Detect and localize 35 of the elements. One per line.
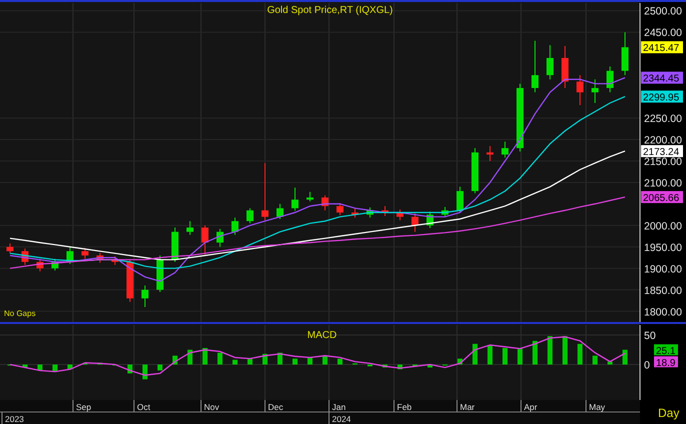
chart-title: Gold Spot Price,RT (IQXGL) (267, 5, 393, 16)
price-value-tag: 2299.95 (641, 90, 683, 104)
year-label: 2024 (332, 414, 351, 424)
year-label: 2023 (5, 414, 24, 424)
axis-tick-label: 1850.00 (644, 284, 682, 297)
macd-value-tag: 25.1 (654, 344, 678, 357)
axis-tick-label: 2100.00 (644, 177, 682, 190)
month-label: May (589, 402, 606, 412)
axis-tick-label: 1900.00 (644, 263, 682, 276)
month-label: Apr (524, 402, 538, 412)
month-label: Oct (137, 402, 150, 412)
price-value-tag: 2415.47 (641, 41, 683, 54)
month-label: Feb (397, 402, 412, 412)
axis-tick-label: 2150.00 (644, 156, 682, 168)
axis-tick-label: 1800.00 (644, 306, 682, 318)
interval-label: Day (658, 406, 680, 420)
axis-tick-label: 2000.00 (644, 220, 682, 232)
month-label: Jan (332, 402, 346, 412)
no-gaps-label: No Gaps (4, 309, 36, 318)
month-label: Sep (76, 402, 92, 412)
month-label: Mar (460, 402, 475, 412)
month-label: Dec (268, 402, 284, 412)
macd-value-tag: 18.9 (654, 356, 678, 369)
axis-tick-label: 2250.00 (644, 113, 682, 126)
axis-tick-label: 2200.00 (644, 134, 682, 147)
axis-tick-label: 1950.00 (644, 242, 682, 254)
axis-tick-label: 2450.00 (644, 27, 682, 40)
price-value-tag: 2344.45 (641, 72, 683, 85)
price-value-tag: 2065.66 (641, 191, 683, 204)
axis-tick-label: 2500.00 (644, 6, 682, 18)
month-label: Nov (204, 402, 220, 412)
axis-tick-label: 50 (644, 330, 656, 342)
macd-title: MACD (307, 330, 337, 341)
price-value-tag: 2173.24 (641, 145, 683, 158)
axis-tick-label: 0 (644, 360, 650, 372)
